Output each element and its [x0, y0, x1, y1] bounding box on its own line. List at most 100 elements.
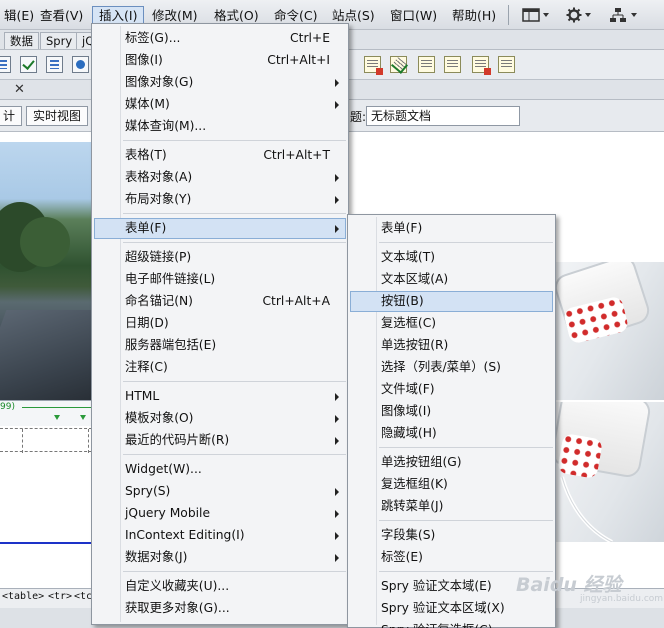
form-menu-item-text-field[interactable]: 文本域(T) — [350, 247, 553, 268]
site-icon[interactable] — [610, 7, 640, 23]
doc-reset-icon[interactable] — [472, 56, 491, 75]
tab-spry[interactable]: Spry — [40, 32, 79, 49]
insert-menu-item-server-side-include[interactable]: 服务器端包括(E) — [94, 335, 346, 356]
menu-item-shortcut: Ctrl+Alt+A — [262, 294, 330, 308]
insert-menu-item-hyperlink[interactable]: 超级链接(P) — [94, 247, 346, 268]
menu-item-label: 复选框(C) — [381, 316, 437, 330]
insert-menu-item-tag[interactable]: 标签(G)... Ctrl+E — [94, 28, 346, 49]
table-cells[interactable] — [0, 428, 92, 453]
menu-item-label: 跳转菜单(J) — [381, 499, 444, 513]
insert-menu-item-template-objects[interactable]: 模板对象(O) — [94, 408, 346, 429]
menu-item-label: 表格对象(A) — [125, 170, 193, 184]
width-ruler: 99) — [0, 400, 92, 426]
insert-menu-item-comment[interactable]: 注释(C) — [94, 357, 346, 378]
menu-item-label: 图像域(I) — [381, 404, 432, 418]
insert-menu-item-customize-favorites[interactable]: 自定义收藏夹(U)... — [94, 576, 346, 597]
menu-separator — [508, 5, 509, 25]
menu-item-label: 选择（列表/菜单）(S) — [381, 360, 501, 374]
form-menu-item-select[interactable]: 选择（列表/菜单）(S) — [350, 357, 553, 378]
form-submenu: 表单(F) 文本域(T) 文本区域(A) 按钮(B) 复选框(C) 单选按钮(R) 选择（列… — [347, 214, 556, 628]
menu-separator — [123, 381, 346, 382]
menu-view[interactable]: 查看(V) — [34, 6, 89, 25]
radio-icon[interactable] — [72, 56, 89, 73]
tag-td[interactable]: <tc — [74, 591, 92, 602]
design-view-button[interactable]: 计 — [0, 106, 23, 126]
insert-menu-item-image[interactable]: 图像(I) Ctrl+Alt+I — [94, 50, 346, 71]
form-menu-item-radio-button[interactable]: 单选按钮(R) — [350, 335, 553, 356]
menu-item-label: 自定义收藏夹(U)... — [125, 579, 230, 593]
layout-icon[interactable] — [522, 7, 552, 23]
tag-table[interactable]: <table> — [2, 591, 44, 602]
insert-menu-item-image-objects[interactable]: 图像对象(G) — [94, 72, 346, 93]
menu-item-label: 表单(F) — [381, 221, 423, 235]
doc-check-icon[interactable] — [390, 56, 407, 73]
tag-tr[interactable]: <tr> — [48, 591, 72, 602]
menu-item-label: 服务器端包括(E) — [125, 338, 217, 352]
menu-item-label: 数据对象(J) — [125, 550, 188, 564]
insert-menu-item-data-objects[interactable]: 数据对象(J) — [94, 547, 346, 568]
insert-menu-item-media-queries[interactable]: 媒体查询(M)... — [94, 116, 346, 137]
form-menu-item-jump-menu[interactable]: 跳转菜单(J) — [350, 496, 553, 517]
insert-menu-item-named-anchor[interactable]: 命名锚记(N) Ctrl+Alt+A — [94, 291, 346, 312]
menu-help[interactable]: 帮助(H) — [446, 6, 502, 25]
form-menu-item-image-field[interactable]: 图像域(I) — [350, 401, 553, 422]
insert-menu-item-widget[interactable]: Widget(W)... — [94, 459, 346, 480]
close-icon[interactable]: ✕ — [14, 82, 25, 97]
insert-menu-item-form[interactable]: 表单(F) — [94, 218, 346, 239]
form-menu-item-hidden-field[interactable]: 隐藏域(H) — [350, 423, 553, 444]
insert-menu-item-get-more-objects[interactable]: 获取更多对象(G)... — [94, 598, 346, 619]
doc-grid-icon[interactable] — [498, 56, 515, 73]
insert-menu-item-incontext-editing[interactable]: InContext Editing(I) — [94, 525, 346, 546]
submenu-arrow-icon — [335, 101, 339, 109]
menu-item-label: 媒体查询(M)... — [125, 119, 207, 133]
insert-menu-item-date[interactable]: 日期(D) — [94, 313, 346, 334]
menu-item-label: Spry 验证复选框(C) — [381, 623, 493, 628]
form-menu-item-spry-validation-textarea[interactable]: Spry 验证文本区域(X) — [350, 598, 553, 619]
insert-menu-item-recent-snippets[interactable]: 最近的代码片断(R) — [94, 430, 346, 451]
menu-item-label: 获取更多对象(G)... — [125, 601, 230, 615]
tab-data[interactable]: 数据 — [4, 32, 39, 49]
menu-separator — [379, 520, 553, 521]
menu-separator — [379, 447, 553, 448]
form-menu-item-label[interactable]: 标签(E) — [350, 547, 553, 568]
insert-menu-item-spry[interactable]: Spry(S) — [94, 481, 346, 502]
menu-window[interactable]: 窗口(W) — [384, 6, 443, 25]
title-input[interactable]: 无标题文档 — [366, 106, 520, 126]
insert-menu-item-email-link[interactable]: 电子邮件链接(L) — [94, 269, 346, 290]
insert-menu-item-table-objects[interactable]: 表格对象(A) — [94, 167, 346, 188]
form-menu-item-form[interactable]: 表单(F) — [350, 218, 553, 239]
submenu-arrow-icon — [335, 532, 339, 540]
list-menu-icon[interactable] — [46, 56, 63, 73]
form-menu-item-fieldset[interactable]: 字段集(S) — [350, 525, 553, 546]
menu-item-shortcut: Ctrl+Alt+T — [263, 148, 330, 162]
form-menu-item-textarea[interactable]: 文本区域(A) — [350, 269, 553, 290]
menu-item-label: 单选按钮(R) — [381, 338, 449, 352]
insert-menu-item-media[interactable]: 媒体(M) — [94, 94, 346, 115]
form-menu-item-button[interactable]: 按钮(B) — [350, 291, 553, 312]
form-menu-item-radio-group[interactable]: 单选按钮组(G) — [350, 452, 553, 473]
insert-menu-item-layout-objects[interactable]: 布局对象(Y) — [94, 189, 346, 210]
insert-menu-item-table[interactable]: 表格(T) Ctrl+Alt+T — [94, 145, 346, 166]
insert-menu-item-html[interactable]: HTML — [94, 386, 346, 407]
menu-item-label: 文件域(F) — [381, 382, 435, 396]
list-icon[interactable] — [0, 56, 11, 73]
submenu-arrow-icon — [335, 225, 339, 233]
menu-item-label: 注释(C) — [125, 360, 168, 374]
form-menu-item-spry-validation-checkbox[interactable]: Spry 验证复选框(C) — [350, 620, 553, 628]
form-menu-item-checkbox[interactable]: 复选框(C) — [350, 313, 553, 334]
gear-icon[interactable] — [566, 7, 594, 23]
doc-field-icon[interactable] — [444, 56, 461, 73]
menu-item-label: 图像(I) — [125, 53, 163, 67]
checkbox-icon[interactable] — [20, 56, 37, 73]
form-menu-item-checkbox-group[interactable]: 复选框组(K) — [350, 474, 553, 495]
menu-item-label: 最近的代码片断(R) — [125, 433, 230, 447]
form-menu-item-file-field[interactable]: 文件域(F) — [350, 379, 553, 400]
form-doc-icon[interactable] — [364, 56, 383, 75]
insert-menu-item-jquery-mobile[interactable]: jQuery Mobile — [94, 503, 346, 524]
selection-line — [0, 542, 92, 544]
live-view-button[interactable]: 实时视图 — [26, 106, 89, 126]
menu-item-label: 标签(E) — [381, 550, 423, 564]
baidu-watermark: Baidu 经验 — [516, 574, 622, 596]
doc-list-icon[interactable] — [418, 56, 435, 73]
menu-item-label: 文本区域(A) — [381, 272, 449, 286]
